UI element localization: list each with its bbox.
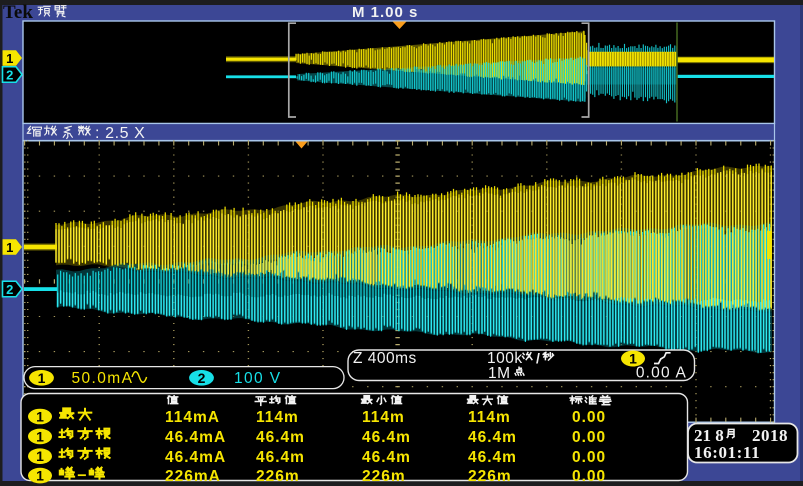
svg-text:1: 1	[6, 240, 13, 255]
svg-text:0.00: 0.00	[572, 468, 606, 485]
svg-text:/: /	[536, 350, 540, 366]
svg-text:0.00: 0.00	[572, 409, 606, 426]
svg-text:0.00 A: 0.00 A	[636, 365, 687, 382]
svg-text:2: 2	[198, 370, 206, 386]
svg-text:16:01:11: 16:01:11	[694, 443, 760, 462]
svg-text:50.0mA: 50.0mA	[72, 370, 134, 387]
svg-text:Tek: Tek	[3, 2, 33, 23]
svg-text:226m: 226m	[468, 468, 512, 485]
svg-text:46.4mA: 46.4mA	[165, 449, 226, 466]
svg-text:1: 1	[36, 409, 44, 425]
svg-text:46.4m: 46.4m	[362, 429, 411, 446]
svg-text:114m: 114m	[468, 409, 511, 426]
svg-text:1: 1	[36, 428, 44, 444]
svg-text:114m: 114m	[256, 409, 299, 426]
svg-text:114mA: 114mA	[165, 409, 220, 426]
svg-text:226m: 226m	[362, 468, 406, 485]
svg-text:46.4m: 46.4m	[468, 449, 517, 466]
svg-text:226m: 226m	[256, 468, 300, 485]
svg-text:2: 2	[6, 68, 13, 83]
svg-text:1: 1	[38, 370, 46, 386]
svg-text:2: 2	[6, 282, 13, 297]
svg-text:46.4m: 46.4m	[468, 429, 517, 446]
svg-text:46.4mA: 46.4mA	[165, 429, 226, 446]
svg-text:Z 400ms: Z 400ms	[353, 350, 417, 367]
svg-text:46.4m: 46.4m	[256, 429, 305, 446]
svg-text:M 1.00 s: M 1.00 s	[352, 4, 418, 21]
svg-text:114m: 114m	[362, 409, 405, 426]
svg-text:226mA: 226mA	[165, 468, 221, 485]
svg-text:46.4m: 46.4m	[362, 449, 411, 466]
svg-text:0.00: 0.00	[572, 429, 606, 446]
svg-text:: 2.5 X: : 2.5 X	[95, 125, 145, 142]
svg-text:1: 1	[36, 468, 44, 484]
svg-text:46.4m: 46.4m	[256, 449, 305, 466]
svg-text:1: 1	[36, 448, 44, 464]
svg-text:100 V: 100 V	[234, 370, 282, 387]
svg-text:1: 1	[6, 51, 13, 66]
svg-text:0.00: 0.00	[572, 449, 606, 466]
svg-text:1M: 1M	[488, 365, 511, 382]
